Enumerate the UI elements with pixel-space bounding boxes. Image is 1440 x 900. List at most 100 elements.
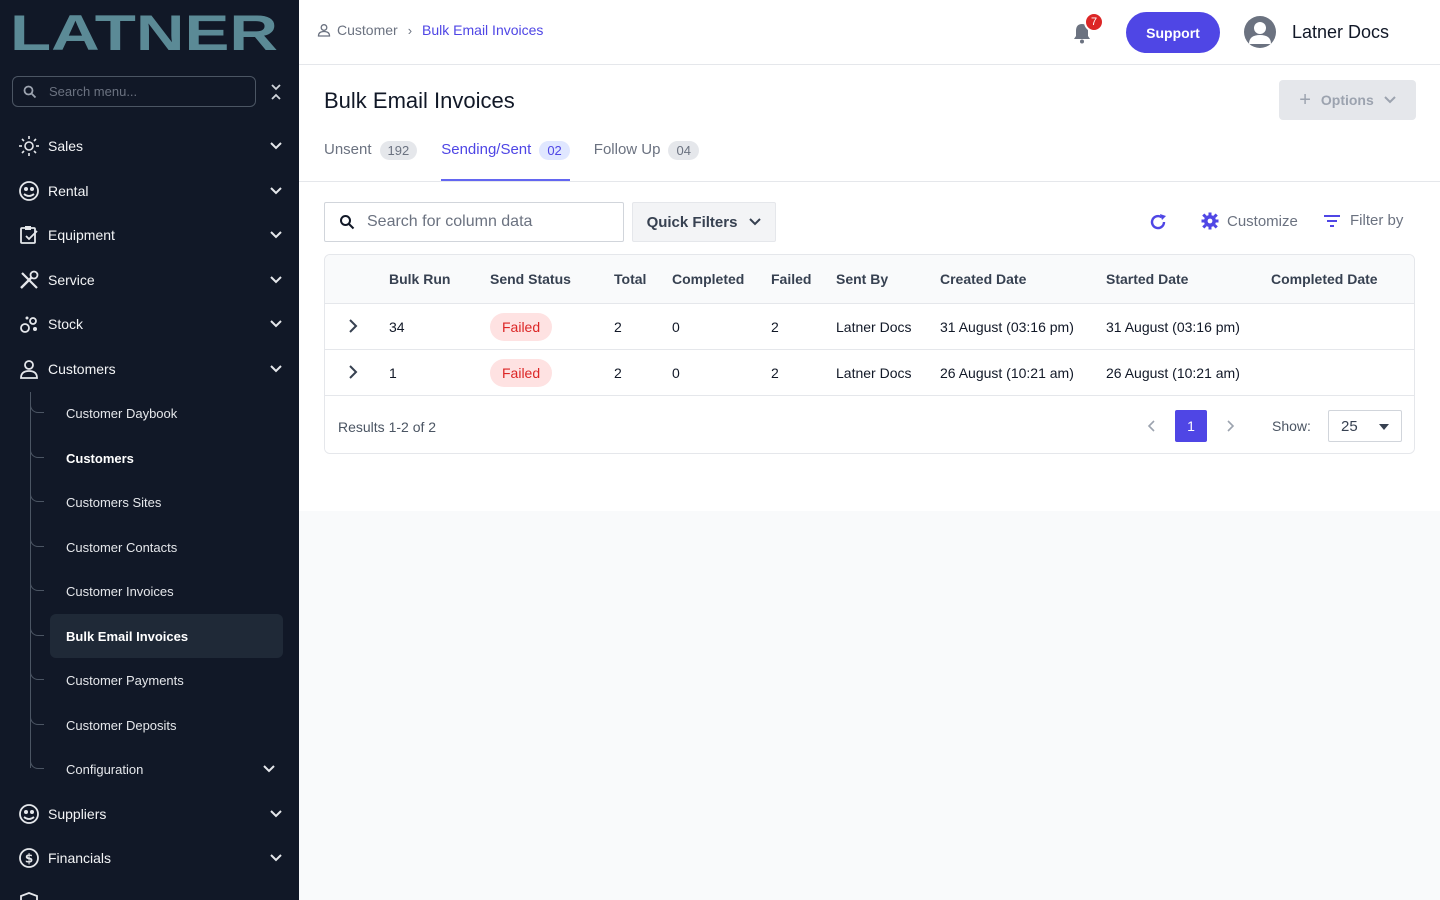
subitem-label: Customer Deposits bbox=[66, 717, 177, 733]
subitem-label: Customer Contacts bbox=[66, 539, 178, 555]
chevron-down-icon bbox=[270, 854, 282, 862]
sidebar-subitem-customer-deposits[interactable]: Customer Deposits bbox=[30, 703, 283, 747]
stock-icon bbox=[18, 313, 40, 335]
column-header[interactable]: Failed bbox=[771, 271, 811, 287]
chevron-down-icon bbox=[263, 765, 275, 773]
financials-icon: $ bbox=[18, 847, 40, 869]
sidebar-subitem-customers-sites[interactable]: Customers Sites bbox=[30, 480, 283, 524]
sidebar-item-financials[interactable]: $ Financials bbox=[18, 840, 286, 876]
sidebar-item-label: Rental bbox=[48, 183, 89, 199]
tab-count: 192 bbox=[379, 141, 418, 160]
sales-icon bbox=[18, 135, 40, 157]
column-header[interactable]: Sent By bbox=[836, 271, 888, 287]
customize-button[interactable]: Customize bbox=[1201, 212, 1298, 230]
column-search-input[interactable] bbox=[367, 213, 607, 231]
cell-bulk-run: 1 bbox=[389, 365, 397, 381]
cell-started-date: 26 August (10:21 am) bbox=[1106, 365, 1240, 381]
page-button-current[interactable]: 1 bbox=[1175, 410, 1207, 442]
sidebar-subitem-customer-contacts[interactable]: Customer Contacts bbox=[30, 525, 283, 569]
sidebar-item-sales[interactable]: Sales bbox=[18, 128, 286, 164]
column-header[interactable]: Started Date bbox=[1106, 271, 1188, 287]
caret-down-icon bbox=[1379, 424, 1389, 430]
column-header[interactable]: Completed Date bbox=[1271, 271, 1378, 287]
breadcrumb-customer[interactable]: Customer bbox=[317, 22, 398, 38]
tabs: Unsent 192 Sending/Sent 02 Follow Up 04 bbox=[324, 135, 723, 181]
topbar: Customer › Bulk Email Invoices 7 Support… bbox=[299, 0, 1440, 65]
page-size-value: 25 bbox=[1341, 417, 1358, 435]
column-header[interactable]: Send Status bbox=[490, 271, 571, 287]
page-size-select[interactable]: 25 bbox=[1328, 410, 1402, 442]
sidebar-item-label: Service bbox=[48, 272, 95, 288]
sidebar-item-partial[interactable] bbox=[18, 884, 286, 900]
sidebar-item-customers[interactable]: Customers bbox=[18, 351, 286, 387]
chevron-down-icon bbox=[270, 231, 282, 239]
menu-search[interactable] bbox=[12, 76, 256, 107]
subitem-label: Configuration bbox=[66, 761, 144, 777]
chevron-down-icon bbox=[270, 810, 282, 818]
sidebar-subitem-customer-payments[interactable]: Customer Payments bbox=[30, 658, 283, 702]
subitem-label: Customer Invoices bbox=[66, 583, 174, 599]
column-header[interactable]: Completed bbox=[672, 271, 744, 287]
service-icon bbox=[18, 269, 40, 291]
sidebar-subitem-configuration[interactable]: Configuration bbox=[30, 747, 283, 791]
options-button[interactable]: + Options bbox=[1279, 80, 1416, 120]
column-header[interactable]: Created Date bbox=[940, 271, 1026, 287]
content-panel: Quick Filters Customize Filter by Bulk R… bbox=[299, 182, 1440, 511]
chevron-down-icon bbox=[270, 142, 282, 150]
notification-badge: 7 bbox=[1084, 12, 1104, 32]
filter-icon bbox=[1324, 214, 1340, 227]
sidebar-item-stock[interactable]: Stock bbox=[18, 306, 286, 342]
sidebar-subitem-customer-invoices[interactable]: Customer Invoices bbox=[30, 569, 283, 613]
column-search[interactable] bbox=[324, 202, 624, 242]
cell-completed: 0 bbox=[672, 365, 680, 381]
user-icon bbox=[317, 24, 331, 37]
column-header[interactable]: Total bbox=[614, 271, 646, 287]
chevron-down-icon bbox=[270, 187, 282, 195]
chevron-left-icon[interactable] bbox=[1145, 419, 1159, 433]
sidebar-item-label: Equipment bbox=[48, 227, 115, 243]
sidebar-item-suppliers[interactable]: Suppliers bbox=[18, 796, 286, 832]
customers-icon bbox=[18, 358, 40, 380]
status-badge: Failed bbox=[490, 313, 553, 341]
tab-sending-sent[interactable]: Sending/Sent 02 bbox=[441, 135, 570, 181]
sidebar-item-label: Suppliers bbox=[48, 806, 107, 822]
quick-filters-button[interactable]: Quick Filters bbox=[632, 202, 776, 242]
subitem-label: Customer Daybook bbox=[66, 405, 178, 421]
table-row[interactable]: 1 Failed 2 0 2 Latner Docs 26 August (10… bbox=[325, 350, 1414, 396]
subitem-label: Customers Sites bbox=[66, 494, 162, 510]
filter-by-button[interactable]: Filter by bbox=[1324, 212, 1403, 229]
gear-icon bbox=[1201, 212, 1219, 230]
options-label: Options bbox=[1320, 92, 1374, 108]
cell-created-date: 26 August (10:21 am) bbox=[940, 365, 1074, 381]
chevron-down-icon bbox=[1384, 96, 1396, 104]
support-button[interactable]: Support bbox=[1126, 12, 1220, 53]
chevron-right-icon[interactable] bbox=[1223, 419, 1237, 433]
sidebar-subitem-bulk-email-invoices[interactable]: Bulk Email Invoices bbox=[30, 614, 283, 658]
tab-unsent[interactable]: Unsent 192 bbox=[324, 135, 418, 181]
tab-count: 04 bbox=[668, 141, 699, 160]
search-icon bbox=[340, 215, 355, 230]
breadcrumb-current[interactable]: Bulk Email Invoices bbox=[422, 22, 543, 38]
menu-search-input[interactable] bbox=[49, 84, 239, 99]
latner-logo[interactable]: LATNER bbox=[10, 12, 280, 52]
user-name: Latner Docs bbox=[1292, 21, 1390, 42]
collapse-sidebar-icon[interactable] bbox=[268, 82, 284, 102]
cell-total: 2 bbox=[614, 365, 622, 381]
suppliers-icon bbox=[18, 803, 40, 825]
logo-text: LATNER bbox=[10, 12, 278, 52]
tab-follow-up[interactable]: Follow Up 04 bbox=[594, 135, 699, 181]
cell-created-date: 31 August (03:16 pm) bbox=[940, 319, 1074, 335]
chevron-right-icon[interactable] bbox=[345, 318, 361, 334]
chevron-down-icon bbox=[749, 218, 762, 226]
sidebar-subitem-customers[interactable]: Customers bbox=[30, 436, 283, 480]
sidebar-item-equipment[interactable]: Equipment bbox=[18, 217, 286, 253]
sidebar-subitem-customer-daybook[interactable]: Customer Daybook bbox=[30, 391, 283, 435]
sidebar-item-service[interactable]: Service bbox=[18, 262, 286, 298]
user-menu[interactable]: Latner Docs bbox=[1244, 16, 1389, 48]
refresh-icon[interactable] bbox=[1148, 212, 1168, 232]
sidebar-item-rental[interactable]: Rental bbox=[18, 173, 286, 209]
cell-sent-by: Latner Docs bbox=[836, 365, 912, 381]
column-header[interactable]: Bulk Run bbox=[389, 271, 450, 287]
chevron-right-icon[interactable] bbox=[345, 364, 361, 380]
table-row[interactable]: 34 Failed 2 0 2 Latner Docs 31 August (0… bbox=[325, 304, 1414, 350]
